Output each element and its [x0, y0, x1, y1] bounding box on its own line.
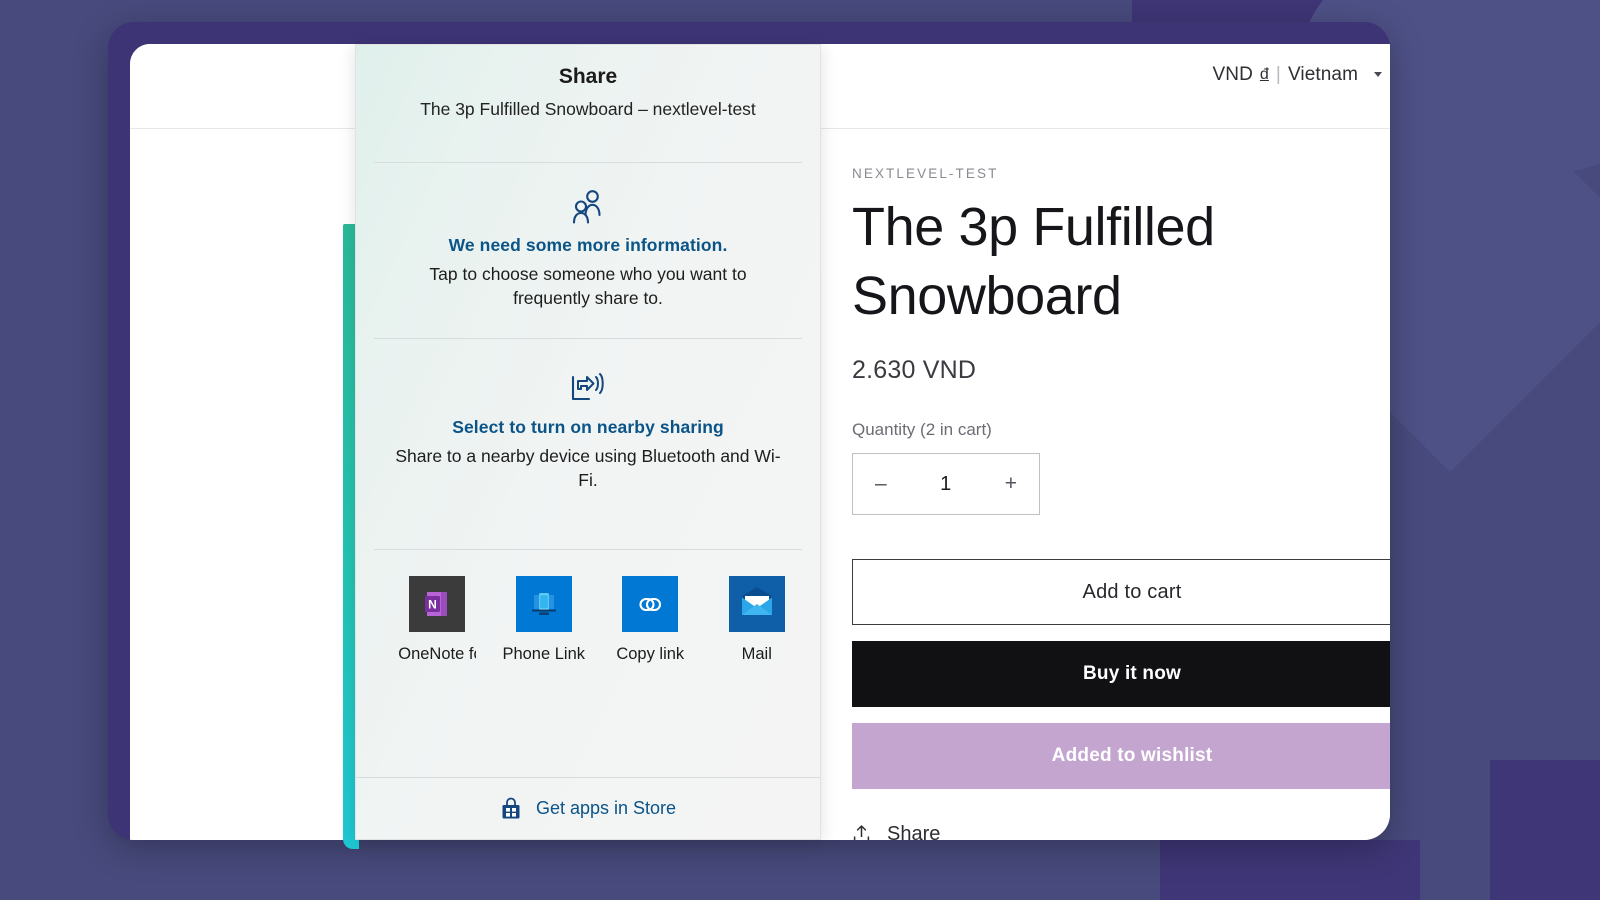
share-target-copy-link[interactable]: Copy link [597, 575, 704, 665]
country-name: Vietnam [1287, 63, 1358, 85]
share-flyout-title: Share [558, 65, 618, 88]
microsoft-store-icon [500, 797, 522, 821]
svg-text:N: N [428, 597, 437, 611]
share-section-nearby-heading: Select to turn on nearby sharing [452, 417, 724, 438]
quantity-value[interactable]: 1 [940, 473, 951, 496]
phone-link-icon [515, 575, 572, 632]
backdrop-block-bottom [1160, 840, 1420, 900]
quantity-decrement-button[interactable]: – [875, 472, 887, 496]
share-target-onenote[interactable]: N OneNote for Windo [384, 575, 491, 665]
quantity-label: Quantity (2 in cart) [852, 420, 992, 440]
page-title: The 3p Fulfilled Snowboard [852, 197, 1230, 326]
mail-icon [728, 575, 785, 632]
share-section-contacts-heading: We need some more information. [448, 235, 728, 255]
wishlist-button[interactable]: Added to wishlist [852, 723, 1390, 790]
onenote-icon: N [409, 575, 466, 632]
product-details-panel: NEXTLEVEL-TEST The 3p Fulfilled Snowboar… [852, 166, 1390, 840]
people-icon [394, 189, 782, 225]
quantity-stepper[interactable]: – 1 + [852, 453, 1040, 516]
share-flyout-header: Share The 3p Fulfilled Snowboard – nextl… [356, 45, 820, 120]
add-to-cart-button[interactable]: Add to cart [852, 559, 1390, 626]
chevron-down-icon [1374, 72, 1382, 77]
currency-symbol: đ [1259, 65, 1269, 83]
currency-country-selector[interactable]: VND đ | Vietnam [1212, 64, 1382, 86]
share-section-nearby[interactable]: Select to turn on nearby sharing Share t… [356, 339, 820, 520]
share-section-contacts-subtext: Tap to choose someone who you want to fr… [429, 264, 747, 308]
product-price: 2.630 VND [852, 356, 977, 385]
buy-it-now-button[interactable]: Buy it now [852, 641, 1390, 708]
get-apps-in-store-label: Get apps in Store [535, 798, 677, 818]
share-target-copy-link-label: Copy link [616, 644, 685, 663]
share-arrow-icon [852, 824, 871, 840]
copy-link-icon [622, 575, 679, 632]
share-target-mail-label: Mail [741, 644, 772, 663]
share-target-phone-link[interactable]: Phone Link [491, 575, 598, 665]
share-section-contacts[interactable]: We need some more information. Tap to ch… [356, 163, 820, 338]
currency-code: VND [1212, 63, 1253, 85]
nearby-share-icon [394, 369, 782, 407]
share-section-nearby-subtext: Share to a nearby device using Bluetooth… [395, 446, 781, 490]
share-flyout-subtitle: The 3p Fulfilled Snowboard – nextlevel-t… [420, 99, 756, 119]
separator: | [1275, 63, 1281, 85]
share-label: Share [887, 823, 941, 840]
share-target-phone-link-label: Phone Link [502, 644, 586, 663]
share-target-onenote-label: OneNote for Windo [398, 644, 476, 663]
product-vendor: NEXTLEVEL-TEST [852, 166, 999, 181]
quantity-increment-button[interactable]: + [1005, 472, 1017, 496]
backdrop-block-bottom-right [1490, 760, 1600, 900]
share-button[interactable]: Share [852, 823, 1390, 840]
share-app-targets: N OneNote for Windo Phone Link [356, 550, 820, 665]
get-apps-in-store-row[interactable]: Get apps in Store [356, 777, 820, 839]
windows-share-flyout: Share The 3p Fulfilled Snowboard – nextl… [355, 44, 821, 840]
share-target-mail[interactable]: Mail [704, 575, 811, 665]
